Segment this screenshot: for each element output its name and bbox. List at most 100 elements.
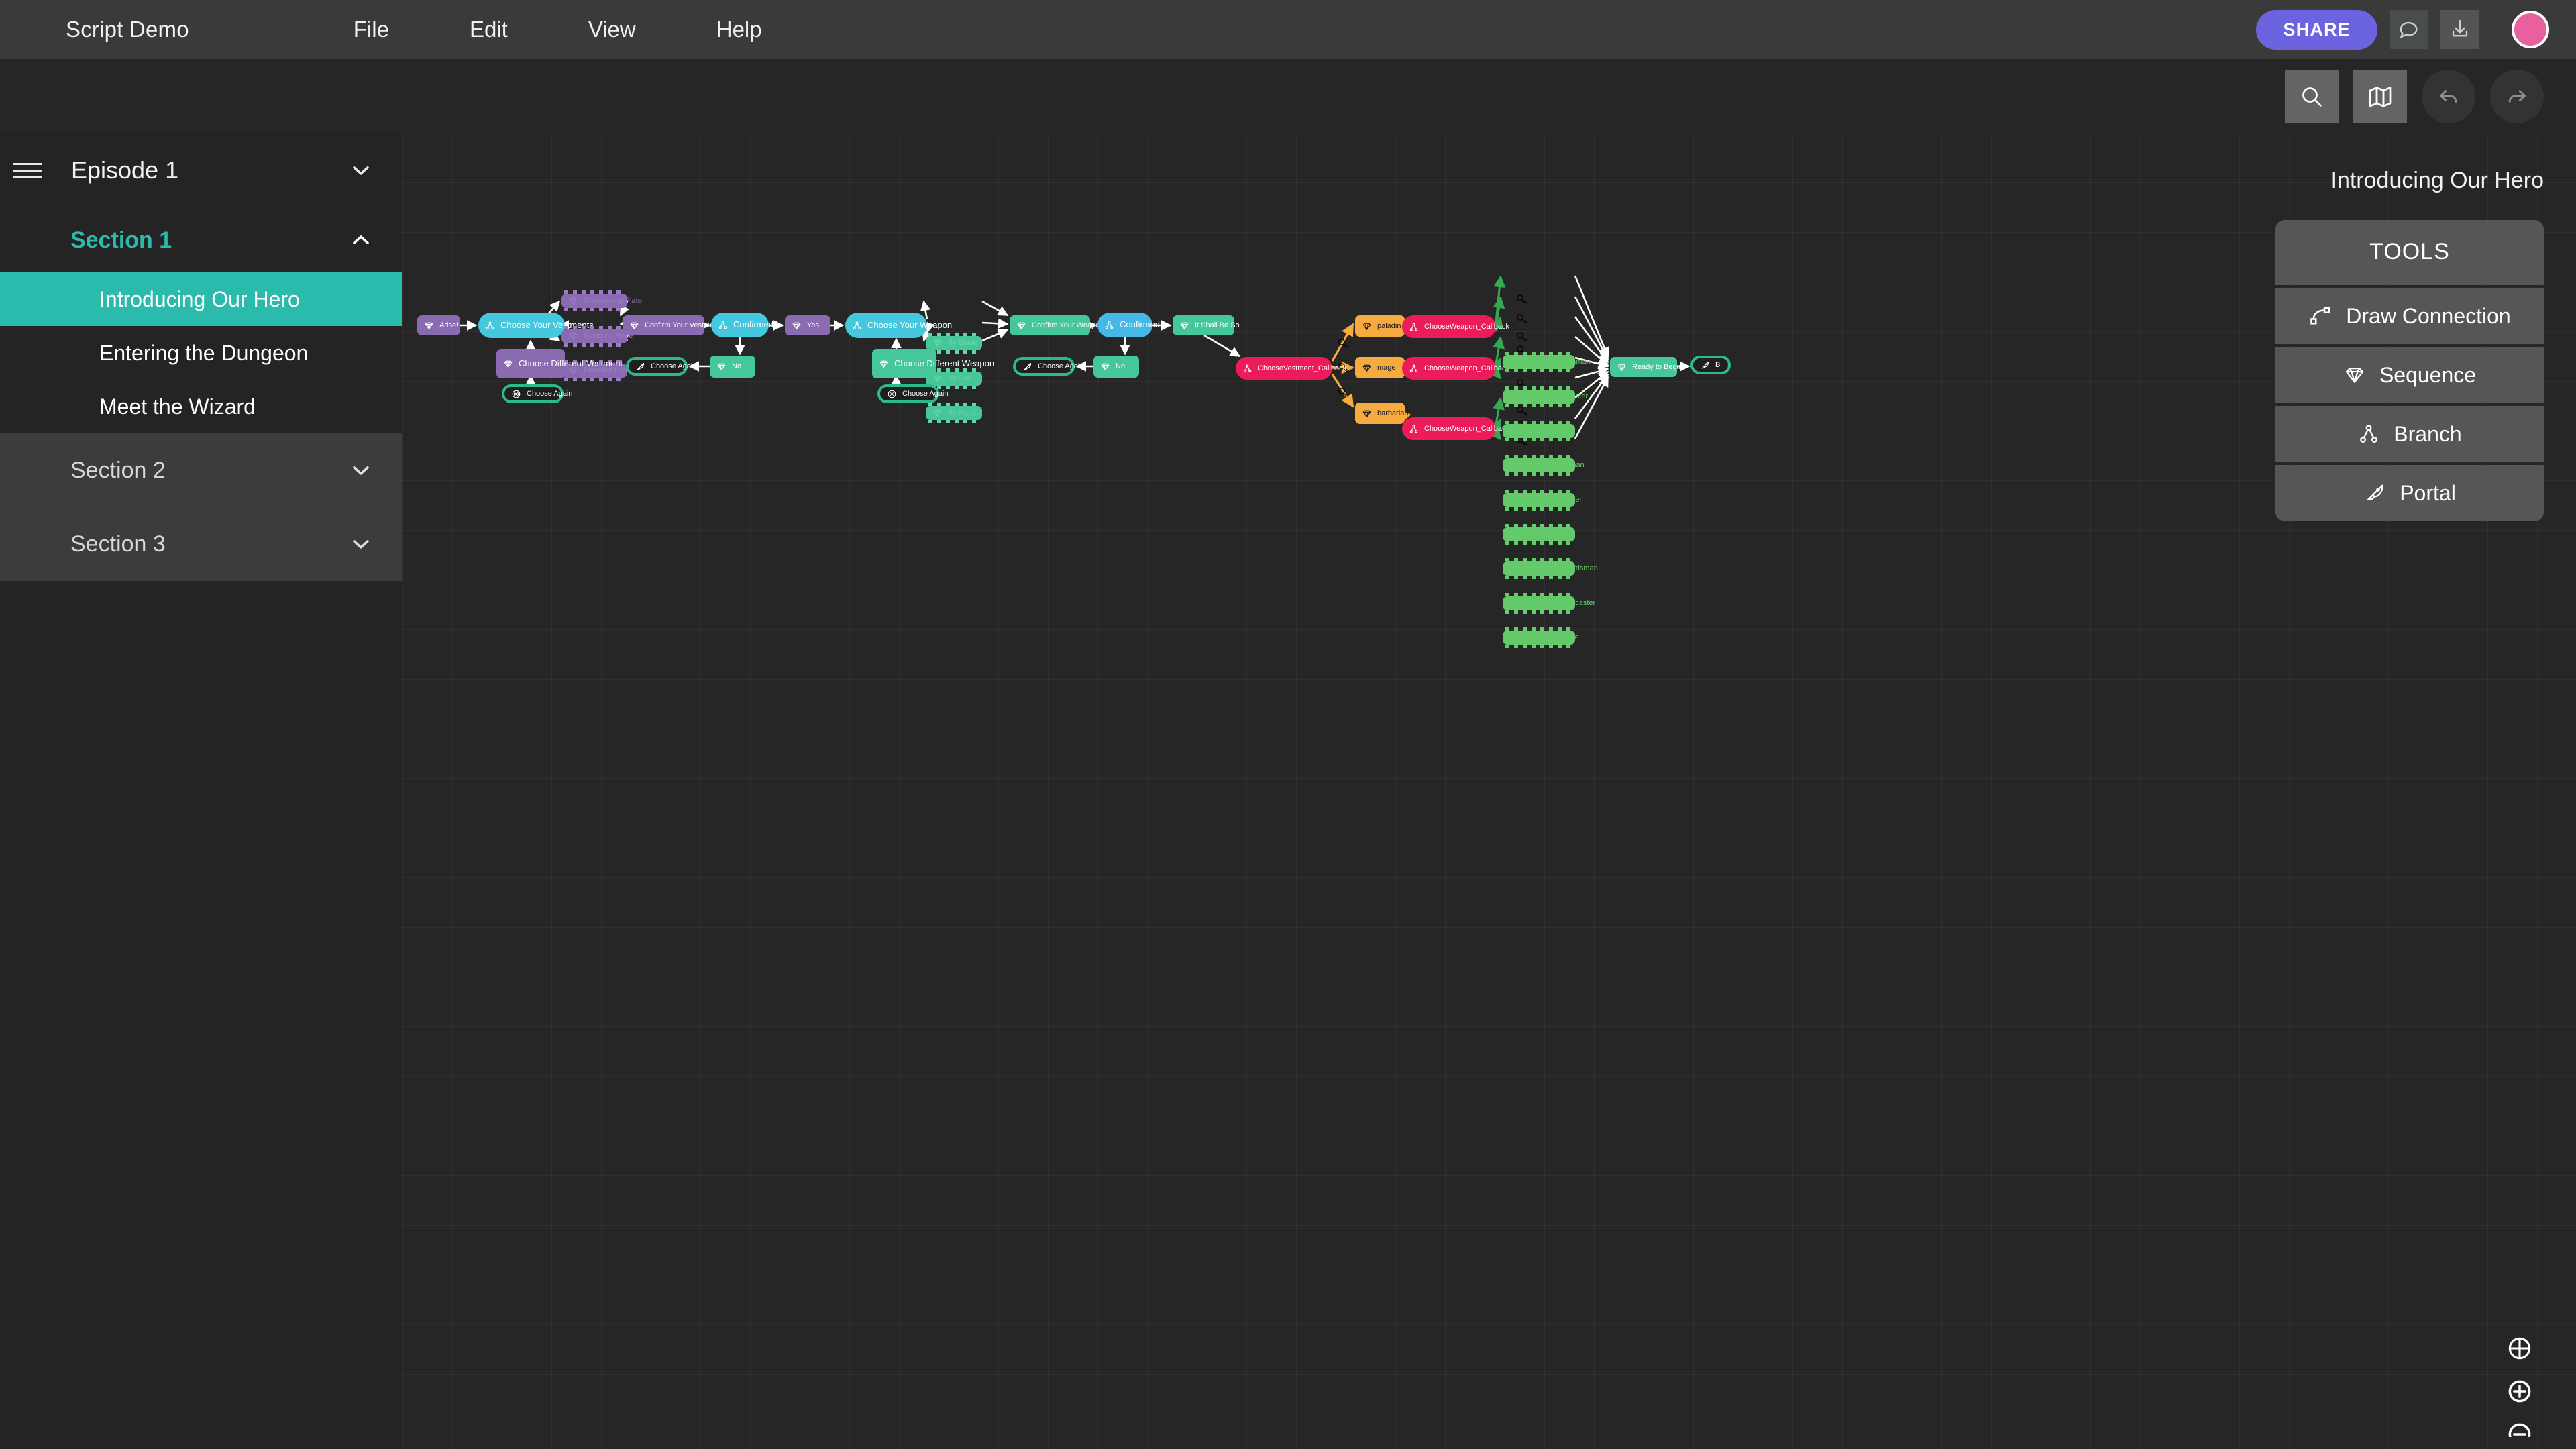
hamburger-menu-icon[interactable] xyxy=(13,162,42,178)
graph-node-label: Shimmering Plate xyxy=(584,297,642,305)
graph-node-glitter[interactable]: Glittering Robe xyxy=(561,326,633,347)
graph-node-ca4[interactable]: Choose Again xyxy=(1013,357,1084,376)
graph-node-label: barbarian xyxy=(1377,409,1409,417)
graph-node-confirm_w[interactable]: Confirm Your Weapon xyxy=(1010,315,1104,335)
sidebar-section-1[interactable]: Section 1 xyxy=(0,208,402,272)
sidebar-section-2[interactable]: Section 2 xyxy=(0,433,402,507)
graph-node-cwcb1[interactable]: ChooseWeapon_Callback xyxy=(1402,315,1509,338)
graph-node-barb_spell[interactable]: Barbarian Spellcaster xyxy=(1503,593,1595,614)
menu-item-view[interactable]: View xyxy=(588,17,636,42)
graph-node-cdv[interactable]: Choose Different Vestment xyxy=(496,349,623,378)
graph-node-label: Choose Again xyxy=(902,389,949,398)
gem-icon xyxy=(1362,409,1372,419)
section-1-chevron-up-icon[interactable] xyxy=(346,225,376,255)
graph-node-pal_melee[interactable]: Paladin Melee xyxy=(1503,421,1575,441)
download-button[interactable] xyxy=(2440,10,2479,49)
graph-node-barb_sword[interactable]: Barbarian Swordsman xyxy=(1503,558,1598,579)
branch-icon xyxy=(1104,320,1114,330)
gem-icon xyxy=(1509,564,1519,574)
graph-node-mage[interactable]: mage xyxy=(1355,357,1405,378)
undo-button[interactable] xyxy=(2422,70,2475,123)
graph-node-cwcb2[interactable]: ChooseWeapon_Callback xyxy=(1402,357,1509,380)
tool-sequence[interactable]: Sequence xyxy=(2275,347,2544,403)
graph-node-cyv[interactable]: Choose Your Vestments xyxy=(478,313,594,338)
undo-icon xyxy=(2439,90,2457,103)
graph-node-ready[interactable]: Ready to Begin! xyxy=(1610,357,1684,377)
sidebar-item-introducing-our-hero[interactable]: Introducing Our Hero xyxy=(0,272,402,326)
graph-node-mage_melee[interactable]: Mage Melee xyxy=(1503,524,1575,545)
gem-icon xyxy=(1509,460,1519,470)
sidebar-section-1-items: Introducing Our Hero Entering the Dungeo… xyxy=(0,272,402,433)
graph-node-mage_sword[interactable]: Mage Swordsman xyxy=(1503,455,1585,476)
graph-node-pal_spell[interactable]: Paladin Spellcaster xyxy=(1503,386,1588,407)
graph-node-cyw[interactable]: Choose Your Weapon xyxy=(845,313,952,338)
graph-node-confirmed1[interactable]: Confirmed? xyxy=(711,313,778,337)
sidebar-item-entering-the-dungeon[interactable]: Entering the Dungeon xyxy=(0,326,402,380)
avatar[interactable] xyxy=(2512,11,2549,48)
graph-title: Introducing Our Hero xyxy=(2330,168,2544,193)
gem-icon xyxy=(1617,362,1627,372)
minimap-button[interactable] xyxy=(2353,70,2407,123)
tool-draw-connection[interactable]: Draw Connection xyxy=(2275,288,2544,344)
graph-node-ca1[interactable]: Choose Again xyxy=(502,384,573,403)
branch-icon xyxy=(485,321,495,331)
graph-canvas[interactable]: Introducing Our Hero Arise! Choose Your … xyxy=(402,133,2576,1449)
redo-button[interactable] xyxy=(2490,70,2544,123)
tools-panel: TOOLS Draw Connection Sequence Branch Po… xyxy=(2275,220,2544,521)
graph-node-shallbeso[interactable]: It Shall Be So xyxy=(1173,315,1240,335)
graph-node-no1[interactable]: No xyxy=(710,356,755,378)
menu-item-file[interactable]: File xyxy=(354,17,389,42)
zoom-out-icon[interactable] xyxy=(2505,1419,2534,1437)
sidebar-section-3[interactable]: Section 3 xyxy=(0,507,402,581)
graph-node-label: paladin xyxy=(1377,321,1401,330)
zoom-in-icon[interactable] xyxy=(2505,1377,2534,1406)
menu-item-help[interactable]: Help xyxy=(716,17,762,42)
graph-node-pal_sword[interactable]: Paladin Swordsman xyxy=(1503,352,1591,372)
graph-node-ca2[interactable]: Choose Again xyxy=(626,357,697,376)
graph-node-barb_melee[interactable]: Barbarian Melee xyxy=(1503,627,1579,648)
comment-icon xyxy=(2400,21,2418,38)
branch-icon xyxy=(718,320,728,330)
graph-node-cwcb3[interactable]: ChooseWeapon_Callback xyxy=(1402,417,1509,440)
menu-items: File Edit View Help xyxy=(354,17,843,42)
graph-node-ca3[interactable]: Choose Again xyxy=(877,384,949,403)
section-2-chevron-down-icon[interactable] xyxy=(346,455,376,485)
tool-branch[interactable]: Branch xyxy=(2275,406,2544,462)
tool-portal[interactable]: Portal xyxy=(2275,465,2544,521)
sidebar-episode-header[interactable]: Episode 1 xyxy=(0,133,402,208)
graph-node-barbarian[interactable]: barbarian xyxy=(1355,402,1409,424)
graph-node-cvcb[interactable]: ChooseVestment_Callback xyxy=(1236,357,1346,380)
branch-icon xyxy=(2357,423,2380,445)
comment-button[interactable] xyxy=(2390,10,2428,49)
sidebar-item-meet-the-wizard[interactable]: Meet the Wizard xyxy=(0,380,402,433)
graph-node-confirmed2[interactable]: Confirmed? xyxy=(1097,313,1165,337)
graph-node-confirm_v[interactable]: Confirm Your Vestment xyxy=(623,315,720,335)
graph-node-label: Confirm Your Vestment xyxy=(645,321,720,329)
gem-icon xyxy=(1179,321,1189,331)
graph-node-shimmer[interactable]: Shimmering Plate xyxy=(561,290,642,311)
graph-node-mage_spell[interactable]: Mage Spellcaster xyxy=(1503,490,1582,511)
graph-node-yes1[interactable]: Yes xyxy=(785,315,830,335)
graph-node-label: By Rite xyxy=(948,374,972,383)
graph-node-paladin[interactable]: paladin xyxy=(1355,315,1405,337)
episode-chevron-down-icon[interactable] xyxy=(346,156,376,185)
graph-nodes: Arise! Choose Your Vestments Shimmering Pl… xyxy=(402,133,2576,648)
graph-node-byhand[interactable]: By Hand xyxy=(926,402,982,423)
section-3-chevron-down-icon[interactable] xyxy=(346,529,376,559)
graph-node-cdw[interactable]: Choose Different Weapon xyxy=(872,349,994,378)
menu-item-edit[interactable]: Edit xyxy=(470,17,508,42)
gem-icon xyxy=(1509,392,1519,402)
search-icon xyxy=(2302,87,2322,107)
sidebar-section-2-label: Section 2 xyxy=(70,457,166,483)
target-icon xyxy=(511,389,521,399)
recenter-crosshair-icon[interactable] xyxy=(2505,1334,2534,1363)
graph-node-portal_end[interactable]: B xyxy=(1690,356,1731,374)
graph-node-no2[interactable]: No xyxy=(1093,356,1139,378)
graph-node-byblade[interactable]: By Blade xyxy=(926,333,982,354)
graph-node-label: ChooseVestment_Callback xyxy=(1258,364,1347,372)
graph-node-arise[interactable]: Arise! xyxy=(417,315,460,335)
search-button[interactable] xyxy=(2285,70,2339,123)
share-button[interactable]: SHARE xyxy=(2256,9,2377,50)
graph-node-label: No xyxy=(1116,362,1126,371)
gem-icon xyxy=(503,359,513,369)
